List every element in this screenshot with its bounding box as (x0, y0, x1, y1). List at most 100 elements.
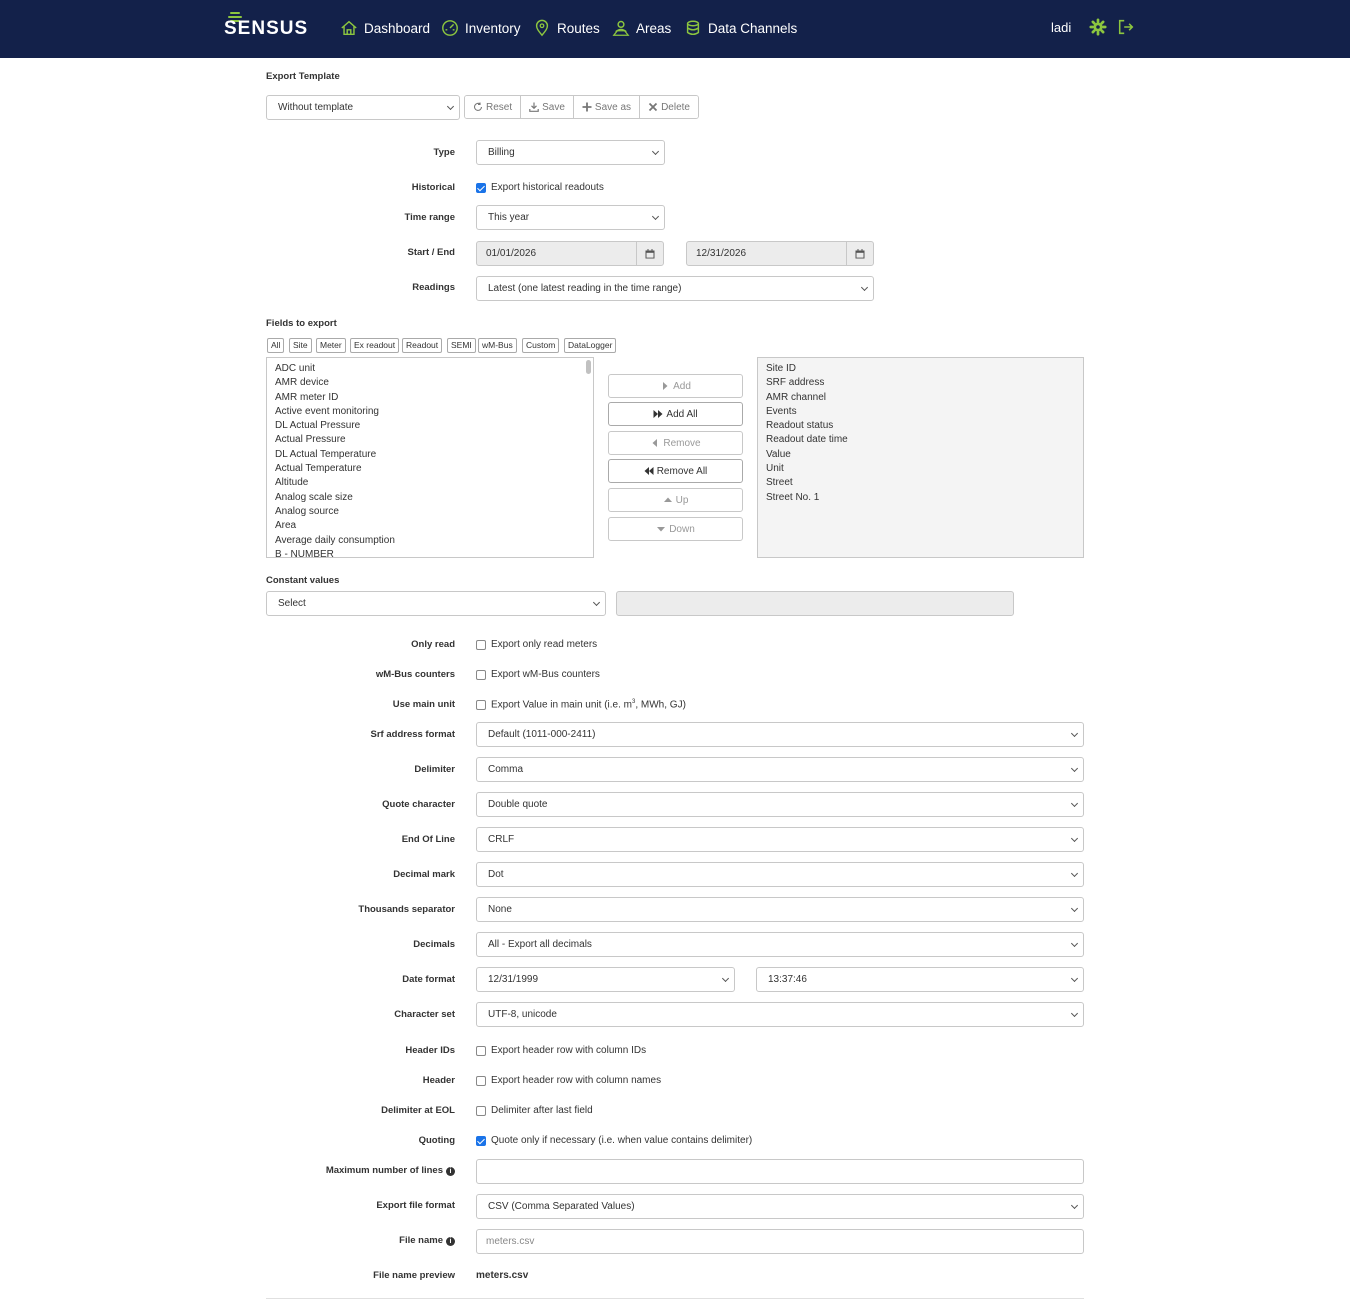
checkbox[interactable] (476, 669, 486, 680)
delete-button[interactable]: Delete (640, 96, 698, 118)
list-item[interactable]: Active event monitoring (267, 405, 593, 419)
list-item[interactable]: Analog source (267, 505, 593, 519)
decimal-mark-select[interactable]: Dot (476, 862, 1084, 887)
delim-eol-checkbox[interactable]: Delimiter after last field (476, 1105, 593, 1116)
gear-icon[interactable] (1089, 18, 1107, 36)
srf-select[interactable]: Default (1011-000-2411) (476, 722, 1084, 747)
filter-all-button[interactable]: All (267, 338, 285, 353)
checkbox[interactable] (476, 1045, 486, 1056)
filter-readout-button[interactable]: Readout (402, 338, 443, 353)
nav-data-channels[interactable]: Data Channels (684, 17, 797, 39)
filter-site-button[interactable]: Site (289, 338, 312, 353)
filter-meter-button[interactable]: Meter (316, 338, 346, 353)
list-item[interactable]: DL Actual Pressure (267, 419, 593, 433)
only-read-checkbox[interactable]: Export only read meters (476, 639, 597, 650)
checkbox[interactable] (476, 1105, 486, 1116)
list-item[interactable]: Street No. 1 (758, 491, 1083, 505)
add-all-button[interactable]: Add All (608, 402, 743, 426)
start-date-input[interactable]: 01/01/2026 (476, 241, 637, 266)
nav-areas[interactable]: Areas (612, 17, 671, 39)
constant-select[interactable]: Select (266, 591, 606, 616)
historical-checkbox[interactable]: Export historical readouts (476, 182, 604, 193)
constant-value-input[interactable] (616, 591, 1014, 616)
end-calendar-button[interactable] (846, 241, 874, 266)
list-item[interactable]: AMR device (267, 376, 593, 390)
filter-semi-button[interactable]: SEMI (447, 338, 476, 353)
list-item[interactable]: Analog scale size (267, 491, 593, 505)
list-item[interactable]: ADC unit (267, 362, 593, 376)
checkbox-checked[interactable] (476, 182, 486, 193)
list-item[interactable]: Actual Pressure (267, 433, 593, 447)
list-item[interactable]: DL Actual Temperature (267, 448, 593, 462)
list-item[interactable]: Street (758, 476, 1083, 490)
quote-char-select[interactable]: Double quote (476, 792, 1084, 817)
reset-button[interactable]: Reset (465, 96, 522, 118)
filter-custom-button[interactable]: Custom (522, 338, 560, 353)
readings-select[interactable]: Latest (one latest reading in the time r… (476, 276, 874, 301)
list-item[interactable]: AMR meter ID (267, 391, 593, 405)
delim-eol-label: Delimiter at EOL (381, 1105, 455, 1116)
file-format-select[interactable]: CSV (Comma Separated Values) (476, 1194, 1084, 1219)
checkbox-checked[interactable] (476, 1135, 486, 1146)
list-item[interactable]: Site ID (758, 362, 1083, 376)
list-item[interactable]: AMR channel (758, 391, 1083, 405)
quoting-checkbox[interactable]: Quote only if necessary (i.e. when value… (476, 1135, 752, 1146)
nav-dashboard[interactable]: Dashboard (340, 17, 430, 39)
user-name[interactable]: ladi (1051, 20, 1071, 35)
decimals-select[interactable]: All - Export all decimals (476, 932, 1084, 957)
end-date-input[interactable]: 12/31/2026 (686, 241, 847, 266)
list-item[interactable]: Average daily consumption (267, 534, 593, 548)
file-name-input[interactable]: meters.csv (476, 1229, 1084, 1254)
filter-datalogger-button[interactable]: DataLogger (564, 338, 617, 353)
header-checkbox[interactable]: Export header row with column names (476, 1075, 661, 1086)
readings-label: Readings (412, 282, 455, 293)
remove-button[interactable]: Remove (608, 431, 743, 455)
sensus-logo[interactable]: SENSUS (224, 12, 307, 39)
nav-routes[interactable]: Routes (533, 17, 600, 39)
list-item[interactable]: Unit (758, 462, 1083, 476)
list-item[interactable]: Area (267, 519, 593, 533)
type-select[interactable]: Billing (476, 140, 665, 165)
list-item[interactable]: B - NUMBER (267, 548, 593, 557)
up-button[interactable]: Up (608, 488, 743, 512)
scrollbar-thumb[interactable] (586, 360, 591, 374)
charset-select[interactable]: UTF-8, unicode (476, 1002, 1084, 1027)
remove-all-button[interactable]: Remove All (608, 459, 743, 483)
checkbox[interactable] (476, 1075, 486, 1086)
nav-inventory[interactable]: Inventory (441, 17, 521, 39)
filter-wmbus-button[interactable]: wM-Bus (478, 338, 517, 353)
save-button[interactable]: Save (521, 96, 574, 118)
wmbus-checkbox[interactable]: Export wM-Bus counters (476, 669, 600, 680)
info-icon[interactable]: i (446, 1237, 455, 1246)
list-item[interactable]: Readout date time (758, 433, 1083, 447)
info-icon[interactable]: i (446, 1167, 455, 1176)
main-unit-label: Use main unit (392, 699, 455, 710)
filter-ex-readout-button[interactable]: Ex readout (350, 338, 400, 353)
add-button[interactable]: Add (608, 374, 743, 398)
template-select[interactable]: Without template (266, 95, 460, 120)
header-ids-checkbox[interactable]: Export header row with column IDs (476, 1045, 646, 1056)
time-format-select[interactable]: 13:37:46 (756, 967, 1084, 992)
delimiter-select[interactable]: Comma (476, 757, 1084, 782)
time-range-select[interactable]: This year (476, 205, 665, 230)
checkbox[interactable] (476, 699, 486, 710)
main-unit-checkbox[interactable]: Export Value in main unit (i.e. m3, MWh,… (476, 699, 686, 710)
list-item[interactable]: Altitude (267, 476, 593, 490)
save-as-button[interactable]: Save as (573, 96, 641, 118)
list-item[interactable]: Value (758, 448, 1083, 462)
list-item[interactable]: Events (758, 405, 1083, 419)
available-fields-list[interactable]: ADC unit AMR device AMR meter ID Active … (266, 357, 594, 558)
start-calendar-button[interactable] (636, 241, 664, 266)
max-lines-input[interactable] (476, 1159, 1084, 1184)
thousands-select[interactable]: None (476, 897, 1084, 922)
down-button[interactable]: Down (608, 517, 743, 541)
list-item[interactable]: Actual Temperature (267, 462, 593, 476)
logout-icon[interactable] (1117, 18, 1135, 36)
date-format-select[interactable]: 12/31/1999 (476, 967, 735, 992)
selected-fields-list[interactable]: Site ID SRF address AMR channel Events R… (757, 357, 1084, 558)
list-item[interactable]: SRF address (758, 376, 1083, 390)
file-name-label: File name i (255, 1235, 455, 1246)
list-item[interactable]: Readout status (758, 419, 1083, 433)
checkbox[interactable] (476, 639, 486, 650)
eol-select[interactable]: CRLF (476, 827, 1084, 852)
